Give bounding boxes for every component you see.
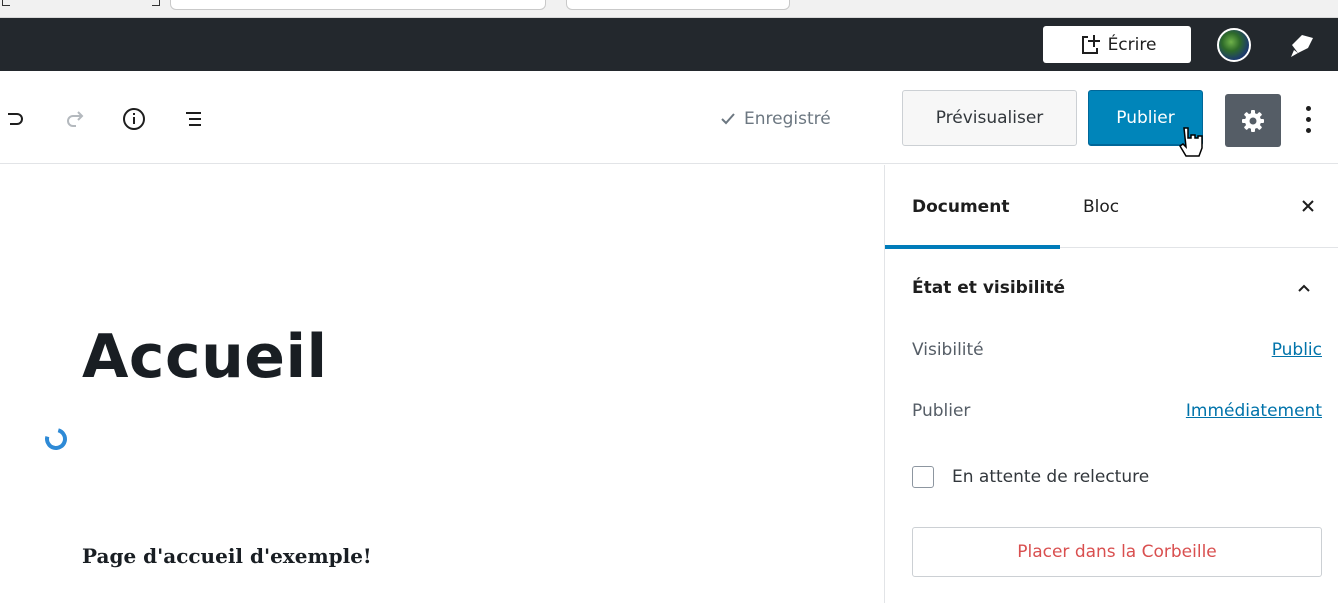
bracket-fragment	[2, 0, 10, 6]
browser-field-fragment	[566, 0, 790, 10]
browser-field-fragment	[170, 0, 546, 10]
write-button[interactable]: Écrire	[1043, 26, 1191, 63]
hand-cursor-icon	[1178, 127, 1203, 157]
settings-button[interactable]	[1225, 94, 1281, 147]
preview-button[interactable]: Prévisualiser	[902, 90, 1077, 146]
settings-sidebar: Document Bloc État et visibilité Visibil…	[884, 165, 1338, 603]
publish-date-link[interactable]: Immédiatement	[1186, 401, 1322, 421]
chevron-up-icon	[1298, 284, 1310, 292]
status-visibility-panel-toggle[interactable]: État et visibilité	[912, 273, 1312, 303]
pending-review-label[interactable]: En attente de relecture	[952, 467, 1149, 487]
info-icon[interactable]	[121, 106, 147, 132]
new-post-icon	[1081, 34, 1100, 54]
loading-spinner-icon	[40, 423, 72, 455]
admin-bar: Écrire	[0, 18, 1338, 71]
pending-review-checkbox[interactable]	[912, 466, 934, 488]
browser-tab-strip	[0, 0, 1338, 18]
notification-icon[interactable]	[1286, 32, 1316, 58]
tab-document[interactable]: Document	[885, 165, 1060, 249]
more-vertical-icon	[1305, 105, 1311, 111]
close-icon[interactable]	[1297, 195, 1319, 217]
gear-icon	[1242, 109, 1264, 132]
bracket-fragment	[152, 0, 160, 6]
saved-label: Enregistré	[744, 109, 831, 129]
tab-bloc[interactable]: Bloc	[1083, 165, 1153, 248]
more-options-button[interactable]	[1298, 101, 1318, 137]
visibility-link[interactable]: Public	[1272, 340, 1322, 360]
outline-icon[interactable]	[181, 106, 207, 132]
undo-icon[interactable]	[2, 106, 28, 132]
panel-title: État et visibilité	[912, 278, 1065, 298]
avatar[interactable]	[1217, 28, 1251, 62]
visibility-label: Visibilité	[912, 340, 984, 360]
post-paragraph-block[interactable]: Page d'accueil d'exemple!	[82, 544, 372, 568]
sidebar-tabs: Document Bloc	[885, 165, 1338, 249]
write-button-label: Écrire	[1107, 34, 1157, 55]
check-icon	[721, 113, 735, 125]
editor-header: Enregistré Prévisualiser Publier	[0, 71, 1338, 164]
post-title[interactable]: Accueil	[82, 322, 328, 392]
redo-icon[interactable]	[62, 106, 88, 132]
visibility-row: Visibilité Public	[912, 335, 1322, 365]
saved-status: Enregistré	[720, 106, 831, 132]
move-to-trash-button[interactable]: Placer dans la Corbeille	[912, 527, 1322, 577]
publish-date-row: Publier Immédiatement	[912, 396, 1322, 426]
publish-date-label: Publier	[912, 401, 971, 421]
pending-review-row: En attente de relecture	[912, 462, 1149, 492]
